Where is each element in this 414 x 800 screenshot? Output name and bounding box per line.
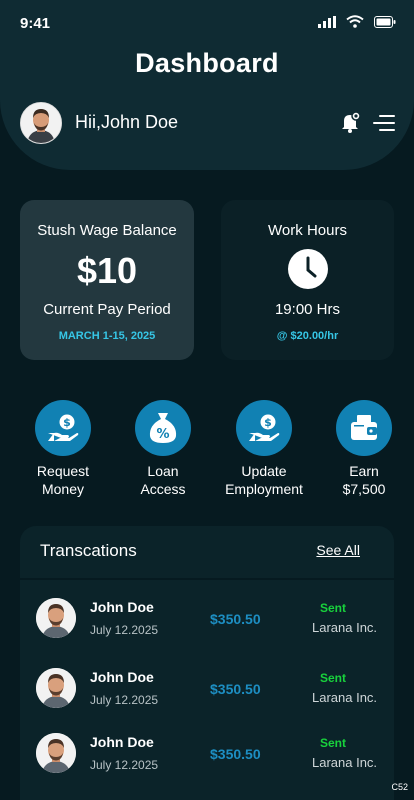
action-label-line2: $7,500 xyxy=(342,481,386,497)
action-label-line1: Request xyxy=(36,463,90,479)
signal-icon xyxy=(318,15,336,28)
wallet-icon xyxy=(351,415,377,440)
work-hours-card[interactable]: Work Hours 19:00 Hrs @ $20.00/hr xyxy=(221,200,394,360)
page-title: Dashboard xyxy=(135,48,279,78)
request-money-button[interactable]: $ Request Money xyxy=(18,400,108,498)
transaction-name: John Doe xyxy=(90,599,154,615)
earn-circle xyxy=(336,400,392,456)
transactions-title: Transcations xyxy=(40,541,137,560)
wifi-icon xyxy=(346,15,364,28)
svg-text:%: % xyxy=(156,427,169,442)
update-employment-circle: $ xyxy=(236,400,292,456)
balance-card-title: Stush Wage Balance xyxy=(37,222,177,239)
transaction-status: Sent xyxy=(320,736,347,750)
request-money-label: Request Money xyxy=(18,462,108,498)
wage-balance-card[interactable]: Stush Wage Balance $10 Current Pay Perio… xyxy=(20,200,194,360)
action-label-line1: Update xyxy=(241,463,287,479)
earn-label: Earn $7,500 xyxy=(319,462,409,498)
transaction-row[interactable]: John Doe July 12.2025 $350.50 Sent Laran… xyxy=(20,596,394,656)
divider xyxy=(20,578,394,580)
transaction-amount: $350.50 xyxy=(210,611,261,627)
menu-icon[interactable] xyxy=(373,113,395,133)
request-money-circle: $ xyxy=(35,400,91,456)
transaction-amount: $350.50 xyxy=(210,746,261,762)
transaction-company: Larana Inc. xyxy=(312,620,378,635)
greeting-text: Hii,John Doe xyxy=(75,112,179,132)
action-label-line2: Money xyxy=(41,481,85,497)
transaction-row[interactable]: John Doe July 12.2025 $350.50 Sent Laran… xyxy=(20,731,394,791)
loan-access-label: Loan Access xyxy=(118,462,208,498)
transaction-name: John Doe xyxy=(90,669,154,685)
transaction-date: July 12.2025 xyxy=(90,623,159,637)
transaction-company: Larana Inc. xyxy=(312,755,378,770)
battery-icon xyxy=(374,15,396,28)
loan-access-button[interactable]: % Loan Access xyxy=(118,400,208,498)
pay-period-label: Current Pay Period xyxy=(43,301,171,318)
money-bag-percent-icon: % xyxy=(149,413,177,443)
person-avatar-icon xyxy=(36,598,76,638)
person-avatar-icon xyxy=(21,103,61,143)
action-label-line1: Loan xyxy=(147,463,179,479)
action-label-line1: Earn xyxy=(349,463,379,479)
transaction-status: Sent xyxy=(320,601,347,615)
svg-text:$: $ xyxy=(264,416,272,429)
transaction-avatar xyxy=(36,598,76,638)
person-avatar-icon xyxy=(36,668,76,708)
see-all-link[interactable]: See All xyxy=(316,542,360,558)
notification-bell-icon[interactable] xyxy=(340,111,362,133)
transaction-status: Sent xyxy=(320,671,347,685)
status-time: 9:41 xyxy=(20,15,51,32)
transaction-avatar xyxy=(36,668,76,708)
hours-card-title: Work Hours xyxy=(268,222,347,239)
hand-coin-icon: $ xyxy=(249,414,280,441)
balance-amount: $10 xyxy=(76,250,138,291)
svg-text:$: $ xyxy=(63,416,71,429)
pay-period-dates: MARCH 1-15, 2025 xyxy=(58,330,156,342)
dashboard-screen: 9:41 Dashboard Hii,John Doe Stush Wage B… xyxy=(0,0,414,800)
corner-label: C52 xyxy=(391,782,408,792)
transaction-amount: $350.50 xyxy=(210,681,261,697)
update-employment-button[interactable]: $ Update Employment xyxy=(219,400,309,498)
status-bar: 9:41 xyxy=(0,0,414,46)
hand-coin-icon: $ xyxy=(48,414,79,441)
user-avatar[interactable] xyxy=(20,102,62,144)
hourly-rate: @ $20.00/hr xyxy=(276,330,339,342)
person-avatar-icon xyxy=(36,733,76,773)
earn-button[interactable]: Earn $7,500 xyxy=(319,400,409,498)
transaction-date: July 12.2025 xyxy=(90,693,159,707)
transaction-company: Larana Inc. xyxy=(312,690,378,705)
work-hours-value: 19:00 Hrs xyxy=(274,301,341,318)
transactions-panel: Transcations See All John Doe July 12.20… xyxy=(20,526,394,800)
action-label-line2: Employment xyxy=(225,481,303,497)
transaction-date: July 12.2025 xyxy=(90,758,159,772)
transaction-row[interactable]: John Doe July 12.2025 $350.50 Sent Laran… xyxy=(20,666,394,726)
transaction-avatar xyxy=(36,733,76,773)
loan-access-circle: % xyxy=(135,400,191,456)
action-label-line2: Access xyxy=(140,481,186,497)
status-icons xyxy=(318,15,396,28)
update-employment-label: Update Employment xyxy=(219,462,309,498)
clock-icon xyxy=(288,249,328,289)
transaction-name: John Doe xyxy=(90,734,154,750)
